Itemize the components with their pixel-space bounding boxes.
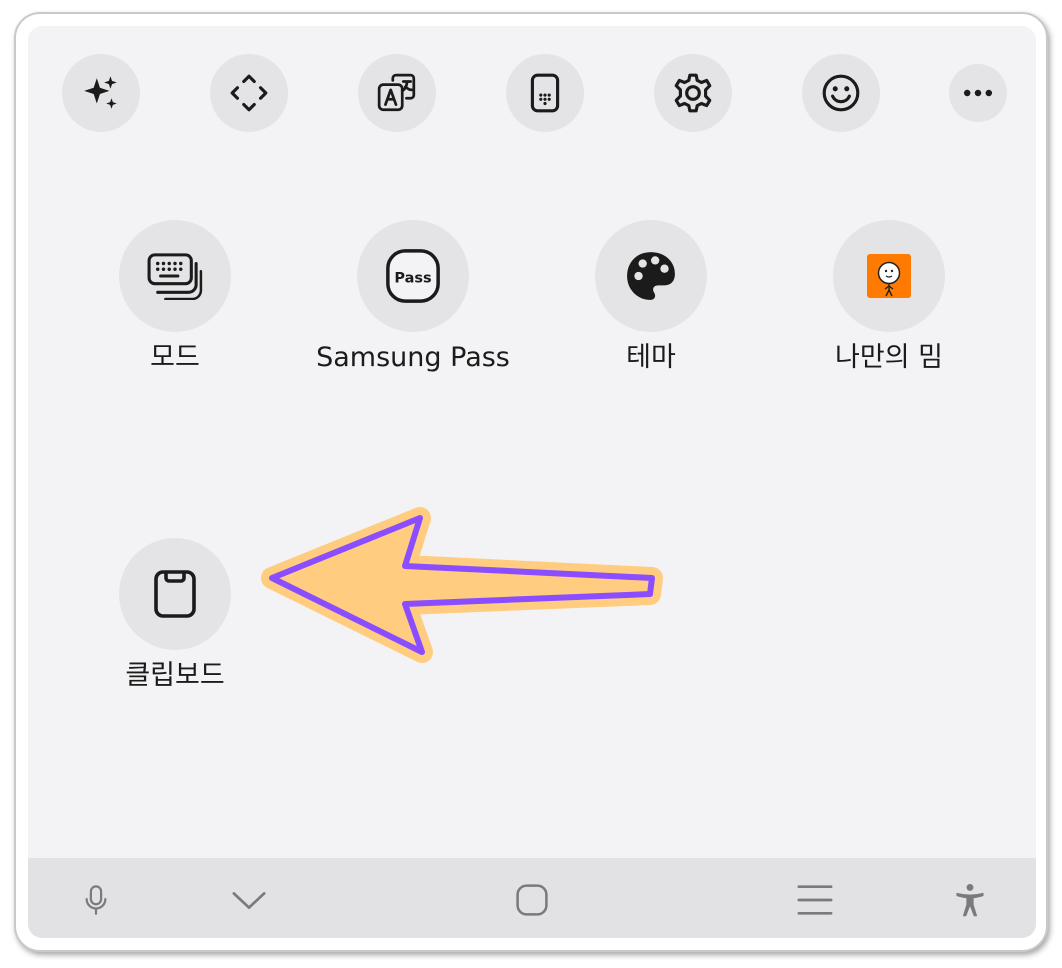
home-button[interactable] [504, 872, 560, 928]
more-options-icon [963, 89, 993, 97]
settings-gear-icon [674, 73, 712, 113]
grid-item-icon-bg: Pass [357, 220, 469, 332]
translate-button[interactable] [358, 54, 436, 132]
grid-item-label: Samsung Pass [316, 342, 510, 373]
home-square-icon [516, 884, 548, 916]
ai-sparkle-button[interactable] [62, 54, 140, 132]
grid-item-clipboard[interactable]: 클립보드 [75, 538, 275, 695]
move-cursor-icon [230, 74, 268, 112]
numeric-keypad-button[interactable] [506, 54, 584, 132]
more-options-button[interactable] [949, 64, 1007, 122]
grid-item-label: 클립보드 [125, 660, 225, 691]
grid-item-samsung-pass[interactable]: Pass Samsung Pass [313, 220, 513, 377]
system-navigation-bar [28, 858, 1036, 938]
keyboard-modes-icon [147, 253, 203, 300]
accessibility-icon [956, 883, 984, 917]
keyboard-toolbar-panel: 모드 Pass Samsung Pass 테마 나만의 밈 클립보드 [28, 26, 1036, 938]
recent-apps-icon [797, 885, 833, 915]
grid-item-label: 테마 [626, 342, 676, 373]
clipboard-icon [154, 570, 196, 618]
palette-icon [627, 252, 675, 300]
chevron-down-icon [232, 892, 266, 909]
grid-item-label: 나만의 밈 [835, 342, 943, 373]
settings-button[interactable] [654, 54, 732, 132]
samsung-pass-icon: Pass [386, 249, 440, 303]
grid-item-label: 모드 [150, 342, 200, 373]
samsung-pass-icon-text: Pass [394, 270, 431, 286]
ai-sparkle-icon [84, 76, 117, 109]
accessibility-button[interactable] [942, 872, 998, 928]
translate-icon [377, 73, 416, 112]
grid-item-icon-bg [595, 220, 707, 332]
grid-item-my-meme[interactable]: 나만의 밈 [789, 220, 989, 377]
grid-item-icon-bg [833, 220, 945, 332]
grid-item-icon-bg [119, 538, 231, 650]
screenshot-frame: 모드 Pass Samsung Pass 테마 나만의 밈 클립보드 [14, 12, 1048, 952]
emoji-button[interactable] [802, 54, 880, 132]
hide-keyboard-button[interactable] [221, 872, 277, 928]
numeric-keypad-icon [530, 73, 560, 113]
grid-item-modes[interactable]: 모드 [75, 220, 275, 377]
grid-item-theme[interactable]: 테마 [551, 220, 751, 377]
voice-input-button[interactable] [68, 872, 124, 928]
emoji-smile-icon [822, 74, 860, 112]
grid-item-icon-bg [119, 220, 231, 332]
microphone-icon [85, 885, 107, 915]
my-meme-icon [867, 254, 911, 298]
cursor-control-button[interactable] [210, 54, 288, 132]
recent-apps-button[interactable] [787, 872, 843, 928]
